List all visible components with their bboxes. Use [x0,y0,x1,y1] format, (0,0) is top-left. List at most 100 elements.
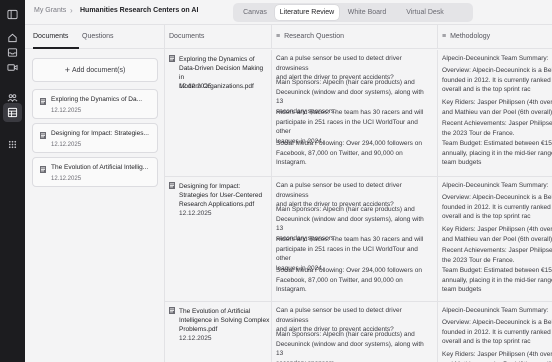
document-title-line: Strategies for User-Centered [179,192,263,199]
active-tab-underline [33,47,79,49]
text-line: Riders and Races: The team has 30 racers… [276,109,424,116]
methodology-paragraph: Recent Achievements: Jasper Philipsen the… [442,119,552,138]
document-date: 12.12.2025 [179,335,212,342]
text-line: overall and is the top sprint rac [442,86,531,93]
table-row[interactable]: Exploring the Dynamics of Data-Driven Dec… [165,50,552,177]
inbox-icon[interactable] [7,47,18,58]
text-line: Key Riders: Jasper Philipsen (4th overal… [442,226,552,233]
column-header-methodology[interactable]: ≡ Methodology [438,25,552,49]
text-line: the 2023 Tour de France. [442,129,515,137]
research-question-paragraph: Social Media Following: Over 294,000 fol… [276,266,426,295]
text-line: overall and is the top sprint rac [442,213,531,220]
document-title-line: Designing for Impact: [179,183,241,190]
top-bar: My Grants › Humanities Research Centers … [25,0,552,25]
document-cell[interactable]: Exploring the Dynamics of Data-Driven Dec… [165,50,272,176]
document-title-line: Research Applications.pdf [179,201,255,208]
table-row[interactable]: Designing for Impact: Strategies for User… [165,177,552,302]
breadcrumb-root[interactable]: My Grants [34,7,66,14]
home-icon[interactable] [7,32,18,43]
tab-documents[interactable]: Documents [33,33,68,40]
text-line: Alpecin-Deceuninck Team Summary: [442,182,549,189]
document-cell[interactable]: The Evolution of Artificial Intelligence … [165,302,272,362]
text-line: Deceuninck (window and door systems), al… [276,215,424,233]
text-line: Facebook, 87,000 on Twitter, and 90,000 … [276,276,403,294]
document-card[interactable]: Exploring the Dynamics of Da... 12.12.20… [32,89,158,119]
document-title-line: The Evolution of Artificial [179,308,251,315]
methodology-paragraph: Overview: Alpecin-Deceuninck is a Belg fo… [442,318,552,347]
document-card[interactable]: Designing for Impact: Strategies... 12.1… [32,123,158,153]
methodology-paragraph: Overview: Alpecin-Deceuninck is a Belg fo… [442,66,552,95]
research-question-cell[interactable]: Can a pulse sensor be used to detect dri… [272,177,438,301]
app-rail [0,0,25,362]
text-line: founded in 2012. It is currently ranked … [442,328,552,336]
methodology-paragraph: Key Riders: Jasper Philipsen (4th overal… [442,225,552,244]
document-title-line: Exploring the Dynamics of [179,56,255,63]
document-card[interactable]: The Evolution of Artificial Intellig... … [32,157,158,187]
document-icon [40,98,46,105]
document-date: 12.12.2025 [51,142,82,148]
text-line: Social Media Following: Over 294,000 fol… [276,140,422,147]
document-date: 12.12.2025 [179,210,212,217]
text-lines-icon: ≡ [442,33,447,40]
text-line: Key Riders: Jasper Philipsen (4th overal… [442,351,552,358]
column-header-research-question[interactable]: ≡ Research Question [272,25,438,49]
text-lines-icon: ≡ [276,33,281,40]
document-title-line: Data-Driven Decision Making in [179,65,264,81]
text-line: and Mathieu van der Poel (6th overall). [442,108,552,116]
sidebar-toggle-icon[interactable] [7,9,18,20]
tab-white-board[interactable]: White Board [339,5,395,20]
apps-icon[interactable] [7,139,18,150]
text-line: and Mathieu van der Poel (6th overall). [442,235,552,243]
document-title-line: Intelligence in Solving Complex [179,317,270,324]
pdf-file-icon [169,55,175,62]
tab-virtual-desk[interactable]: Virtual Desk [395,5,455,20]
tab-questions[interactable]: Questions [82,33,114,40]
document-date: 12.12.2025 [51,108,82,114]
text-line: Overview: Alpecin-Deceuninck is a Belg [442,67,552,74]
text-line: Facebook, 87,000 on Twitter, and 90,000 … [276,149,403,167]
text-line: Alpecin-Deceuninck Team Summary: [442,307,549,314]
tab-canvas[interactable]: Canvas [235,5,275,20]
methodology-paragraph: Alpecin-Deceuninck Team Summary: [442,306,552,316]
add-documents-button[interactable]: + Add document(s) [32,58,158,82]
view-tabs: Canvas Literature Review White Board Vir… [233,3,473,22]
document-icon [40,132,46,139]
panel-tabs: Documents Questions [25,25,165,49]
research-question-cell[interactable]: Can a pulse sensor be used to detect dri… [272,302,438,362]
video-icon[interactable] [7,62,18,73]
text-line: Deceuninck (window and door systems), al… [276,88,424,106]
pdf-file-icon [169,182,175,189]
table-row[interactable]: The Evolution of Artificial Intelligence … [165,302,552,362]
text-line: Can a pulse sensor be used to detect dri… [276,55,402,72]
methodology-paragraph: Recent Achievements: Jasper Philipsen the… [442,246,552,265]
methodology-paragraph: Overview: Alpecin-Deceuninck is a Belg fo… [442,193,552,222]
documents-panel: Documents Questions + Add document(s) Ex… [25,25,165,362]
text-line: team budgets [442,159,482,166]
team-icon[interactable] [7,92,18,103]
text-line: founded in 2012. It is currently ranked … [442,203,552,211]
grid-view-icon[interactable] [7,107,18,118]
text-line: Recent Achievements: Jasper Philipsen [442,120,552,127]
methodology-cell[interactable]: Alpecin-Deceuninck Team Summary: Overview… [438,302,552,362]
text-line: Main Sponsors: Alpecin (hair care produc… [276,79,415,86]
methodology-cell[interactable]: Alpecin-Deceuninck Team Summary: Overview… [438,50,552,176]
tab-literature-review[interactable]: Literature Review [275,5,339,20]
document-title: The Evolution of Artificial Intelligence … [179,307,270,334]
methodology-cell[interactable]: Alpecin-Deceuninck Team Summary: Overview… [438,177,552,301]
document-icon [40,166,46,173]
text-line: Recent Achievements: Jasper Philipsen [442,247,552,254]
column-header-documents[interactable]: Documents [165,25,272,49]
methodology-paragraph: Team Budget: Estimated between €15 t annu… [442,139,552,168]
plus-icon: + [64,65,70,75]
research-question-paragraph: Main Sponsors: Alpecin (hair care produc… [276,330,426,362]
text-line: Key Riders: Jasper Philipsen (4th overal… [442,99,552,106]
document-name: Designing for Impact: Strategies... [51,130,149,137]
text-line: founded in 2012. It is currently ranked … [442,76,552,84]
document-cell[interactable]: Designing for Impact: Strategies for User… [165,177,272,301]
methodology-paragraph: Alpecin-Deceuninck Team Summary: [442,54,552,64]
research-question-cell[interactable]: Can a pulse sensor be used to detect dri… [272,50,438,176]
text-line: annually, placing it in the mid-tier ran… [442,149,552,157]
breadcrumb-separator: › [70,6,73,15]
text-line: participate in 251 races in the UCI Worl… [276,245,418,263]
text-line: Overview: Alpecin-Deceuninck is a Belg [442,194,552,201]
